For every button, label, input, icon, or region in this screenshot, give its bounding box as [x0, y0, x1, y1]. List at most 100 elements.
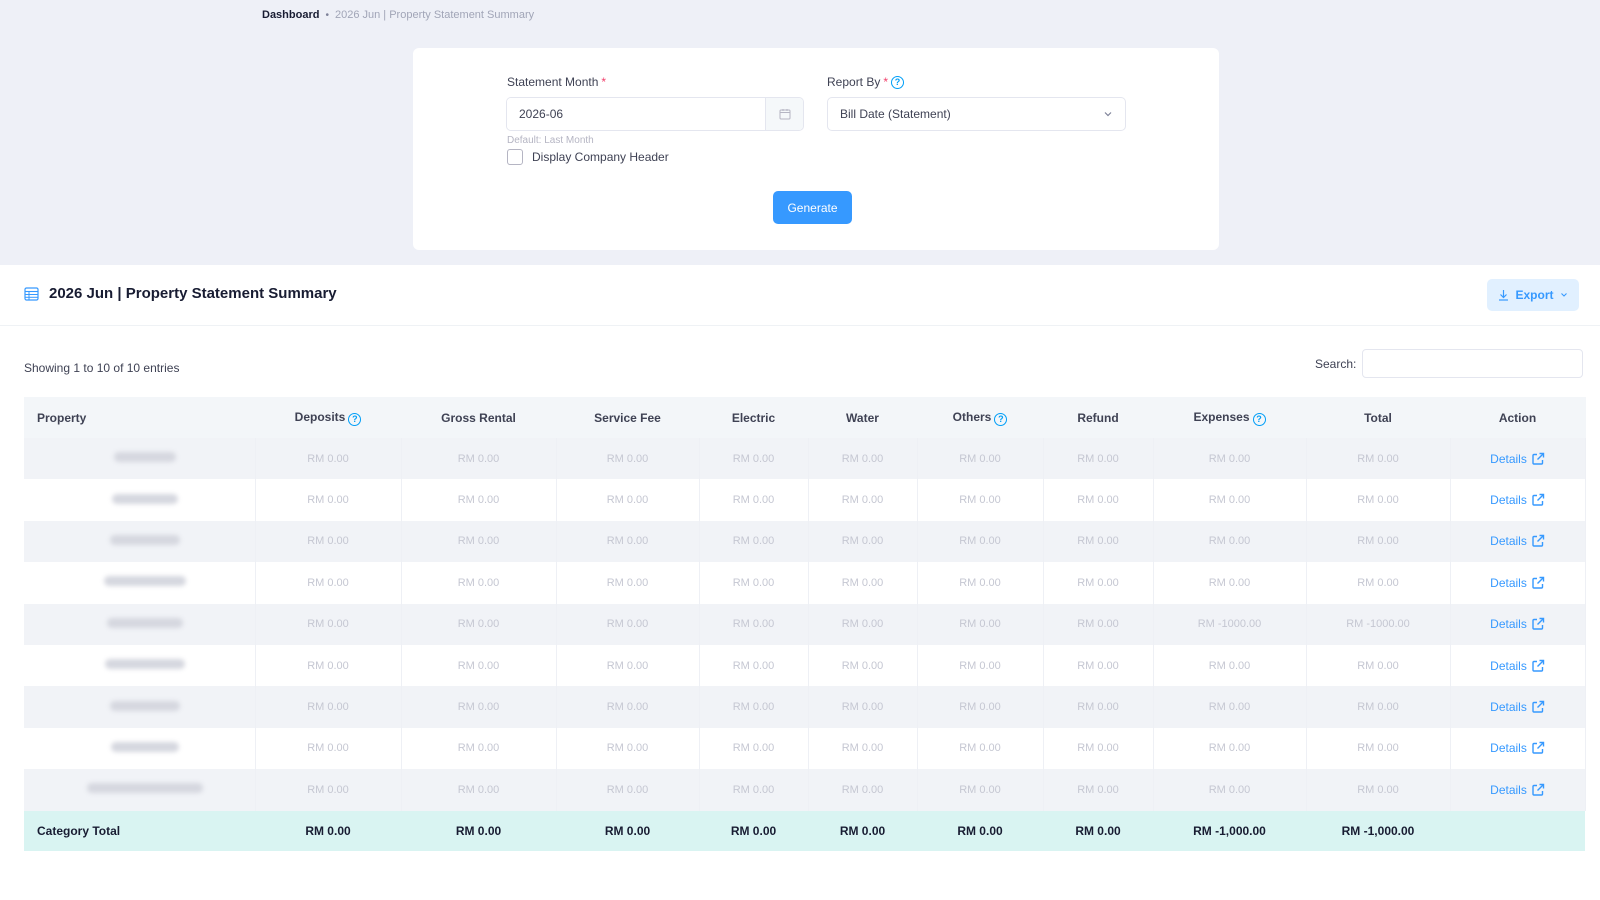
table-row: RM 0.00 RM 0.00 RM 0.00 RM 0.00 RM 0.00 RM 0.…	[24, 769, 1586, 811]
amount-cell: RM 0.00	[699, 603, 809, 645]
amount-cell: RM 0.00	[401, 438, 557, 480]
details-link[interactable]: Details	[1490, 783, 1545, 797]
amount-cell: RM 0.00	[699, 686, 809, 728]
amount-cell: RM 0.00	[808, 562, 918, 604]
amount-cell: RM 0.00	[808, 644, 918, 687]
report-by-label-text: Report By	[827, 75, 881, 89]
required-mark: *	[883, 75, 889, 89]
statement-month-input[interactable]	[507, 98, 765, 130]
details-link[interactable]: Details	[1490, 741, 1545, 755]
entries-info: Showing 1 to 10 of 10 entries	[24, 361, 180, 375]
column-header-label: Others	[952, 409, 992, 424]
breadcrumb-separator: •	[325, 9, 329, 21]
details-link[interactable]: Details	[1490, 659, 1545, 673]
table-body: RM 0.00 RM 0.00 RM 0.00 RM 0.00 RM 0.00 RM 0.…	[24, 438, 1586, 811]
amount-cell: RM 0.00	[699, 562, 809, 604]
column-header[interactable]: Others?	[917, 397, 1044, 438]
amount-cell: RM -1000.00	[1306, 603, 1451, 645]
amount-cell: RM 0.00	[808, 438, 918, 480]
calendar-button[interactable]	[765, 98, 803, 130]
column-header[interactable]: Action	[1450, 397, 1586, 438]
amount-cell: RM 0.00	[401, 479, 557, 521]
amount-cell: RM 0.00	[699, 769, 809, 811]
amount-cell: RM 0.00	[808, 479, 918, 521]
export-label: Export	[1515, 288, 1554, 302]
help-icon[interactable]: ?	[348, 412, 362, 426]
amount-cell: RM 0.00	[1043, 686, 1154, 728]
amount-cell: RM 0.00	[556, 479, 700, 521]
amount-cell: RM 0.00	[917, 438, 1044, 480]
export-button[interactable]: Export	[1487, 279, 1579, 311]
amount-cell: RM 0.00	[1153, 562, 1307, 604]
table-row: RM 0.00 RM 0.00 RM 0.00 RM 0.00 RM 0.00 RM 0.…	[24, 520, 1586, 563]
column-header[interactable]: Expenses?	[1153, 397, 1307, 438]
amount-cell: RM 0.00	[556, 520, 700, 563]
amount-cell: RM 0.00	[1306, 520, 1451, 563]
details-link[interactable]: Details	[1490, 576, 1545, 590]
help-icon[interactable]: ?	[1252, 412, 1266, 426]
display-company-header-checkbox[interactable]	[507, 149, 523, 165]
amount-cell: RM 0.00	[255, 479, 402, 521]
action-cell: Details	[1450, 438, 1586, 480]
search-input[interactable]	[1362, 349, 1584, 378]
column-header-label: Gross Rental	[441, 410, 516, 425]
details-link[interactable]: Details	[1490, 493, 1545, 507]
breadcrumb-home-link[interactable]: Dashboard	[262, 9, 319, 21]
column-header[interactable]: Property	[24, 397, 256, 438]
total-amount-cell: RM -1,000.00	[1153, 810, 1306, 851]
report-by-select[interactable]: Bill Date (Statement)	[827, 97, 1126, 131]
amount-cell: RM 0.00	[699, 727, 809, 770]
details-label: Details	[1490, 782, 1527, 797]
details-link[interactable]: Details	[1490, 534, 1545, 548]
statement-month-field	[506, 97, 804, 131]
column-header[interactable]: Refund	[1043, 397, 1154, 438]
details-link[interactable]: Details	[1490, 617, 1545, 631]
column-header-label: Action	[1498, 410, 1537, 425]
generate-button[interactable]: Generate	[773, 191, 852, 224]
statement-summary-table: Property Deposits? Gross Rental Service Fee…	[24, 397, 1586, 851]
download-icon	[1499, 290, 1509, 301]
redacted-property-name	[110, 534, 181, 545]
external-link-icon	[1532, 700, 1545, 713]
amount-cell: RM -1000.00	[1153, 603, 1307, 645]
statement-month-label-text: Statement Month	[507, 75, 599, 89]
action-cell: Details	[1450, 562, 1586, 604]
column-header[interactable]: Water	[808, 397, 918, 438]
help-icon[interactable]: ?	[891, 75, 905, 89]
amount-cell: RM 0.00	[255, 520, 402, 563]
amount-cell: RM 0.00	[556, 562, 700, 604]
table-row: RM 0.00 RM 0.00 RM 0.00 RM 0.00 RM 0.00 RM 0.…	[24, 603, 1586, 645]
column-header[interactable]: Electric	[699, 397, 809, 438]
amount-cell: RM 0.00	[255, 603, 402, 645]
breadcrumb-current: 2026 Jun | Property Statement Summary	[334, 9, 535, 21]
details-label: Details	[1490, 658, 1527, 673]
action-cell: Details	[1450, 727, 1586, 770]
chevron-down-icon	[1560, 293, 1567, 297]
amount-cell: RM 0.00	[1153, 727, 1307, 770]
property-cell-redacted	[24, 520, 256, 563]
details-label: Details	[1490, 493, 1527, 508]
amount-cell: RM 0.00	[699, 644, 809, 687]
column-header[interactable]: Total	[1306, 397, 1451, 438]
amount-cell: RM 0.00	[699, 479, 809, 521]
amount-cell: RM 0.00	[556, 686, 700, 728]
column-header[interactable]: Service Fee	[556, 397, 700, 438]
amount-cell: RM 0.00	[1306, 727, 1451, 770]
column-header[interactable]: Gross Rental	[401, 397, 557, 438]
column-header[interactable]: Deposits?	[255, 397, 402, 438]
amount-cell: RM 0.00	[1153, 769, 1307, 811]
required-mark: *	[601, 75, 607, 89]
external-link-icon	[1532, 493, 1545, 506]
details-link[interactable]: Details	[1490, 700, 1545, 714]
total-amount-cell: RM 0.00	[255, 810, 401, 851]
amount-cell: RM 0.00	[1043, 727, 1154, 770]
report-by-label: Report By * ?	[827, 75, 905, 89]
column-header-label: Electric	[731, 410, 776, 425]
table-row: RM 0.00 RM 0.00 RM 0.00 RM 0.00 RM 0.00 RM 0.…	[24, 562, 1586, 604]
help-icon[interactable]: ?	[994, 412, 1008, 426]
property-cell-redacted	[24, 727, 256, 770]
amount-cell: RM 0.00	[1306, 686, 1451, 728]
details-link[interactable]: Details	[1490, 452, 1545, 466]
amount-cell: RM 0.00	[1043, 769, 1154, 811]
details-label: Details	[1490, 741, 1527, 756]
